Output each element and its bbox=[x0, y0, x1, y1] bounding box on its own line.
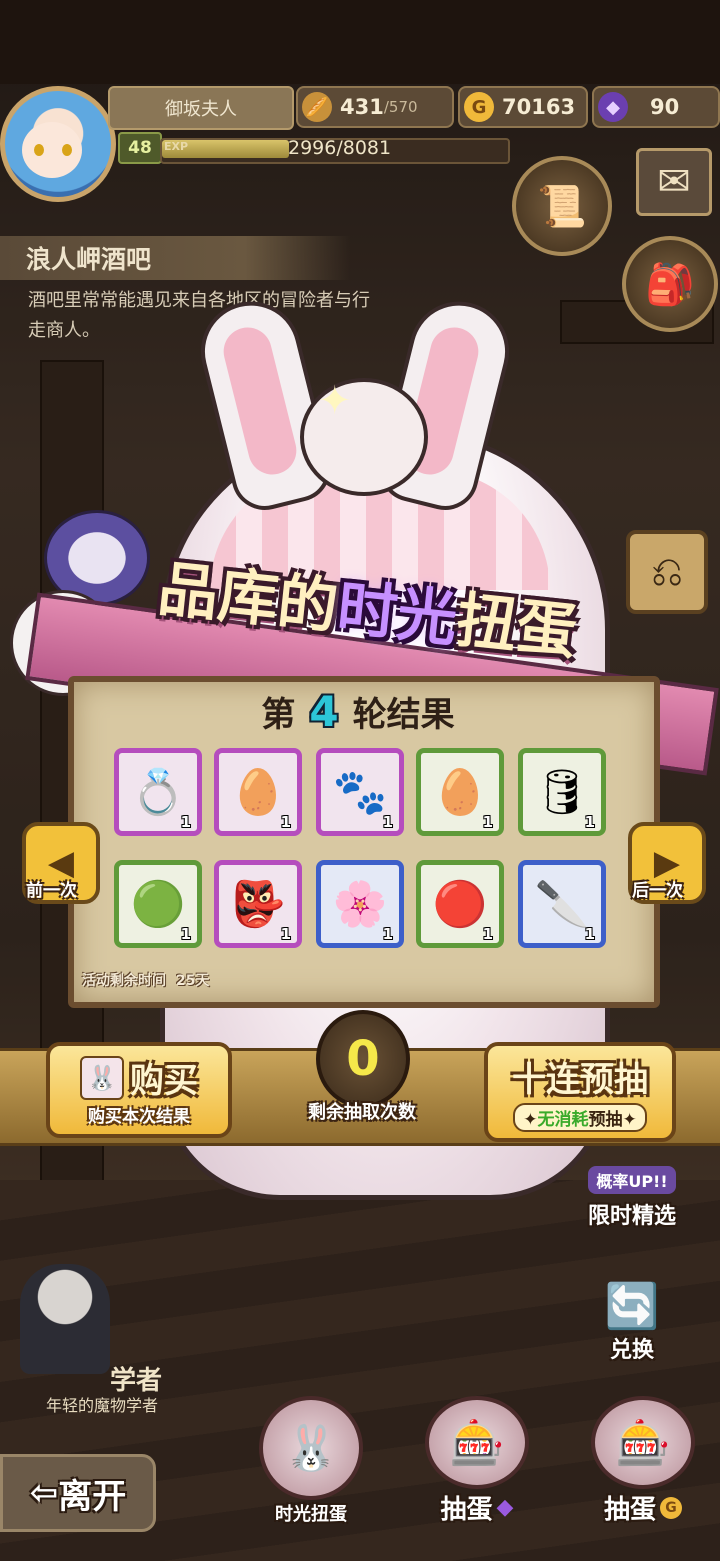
demon-mask-icon: 👺 bbox=[230, 879, 286, 930]
item-quantity: 1 bbox=[482, 813, 493, 831]
cleaver-knife-icon: 🔪 bbox=[534, 879, 590, 930]
result-item-slot[interactable]: 🥚 1 bbox=[214, 748, 302, 836]
player-level: 48 bbox=[118, 132, 162, 164]
exp-value: 2996/8081 bbox=[288, 137, 392, 159]
player-name: 御坂夫人 bbox=[108, 86, 294, 130]
event-title-part1: 品库的 bbox=[154, 553, 342, 643]
item-quantity: 1 bbox=[280, 813, 291, 831]
result-item-slot[interactable]: 🟢 1 bbox=[114, 860, 202, 948]
next-round-label: 后一次 bbox=[632, 881, 683, 901]
probability-up-badge: 概率UP!! bbox=[588, 1166, 676, 1194]
exchange-button[interactable]: 🔄 兑换 bbox=[572, 1252, 692, 1364]
gacha-capsule-icon: 🐰 bbox=[80, 1055, 124, 1100]
return-button[interactable]: ⎌ bbox=[626, 530, 708, 614]
item-quantity: 1 bbox=[180, 925, 191, 943]
fluffy-creature-icon: 🐾 bbox=[332, 767, 388, 818]
gold-counter[interactable]: G 70163 bbox=[458, 86, 588, 128]
leave-label: 离开 bbox=[58, 1476, 127, 1517]
round-suffix: 轮结果 bbox=[352, 694, 455, 735]
green-spotted-egg-icon: 🥚 bbox=[432, 767, 488, 818]
event-title-highlight: 时光 bbox=[333, 572, 461, 655]
gem-gacha-label: 抽蛋 bbox=[440, 1495, 493, 1525]
ten-preview-label: 十连预抽 bbox=[512, 1060, 648, 1100]
exp-label: EXP bbox=[164, 140, 189, 153]
gem-value: 90 bbox=[650, 95, 680, 119]
crystal-ring-icon: 💍 bbox=[130, 767, 186, 818]
arrow-left-icon: ⇦ bbox=[29, 1473, 59, 1513]
bound-tiger-egg-icon: 🥚 bbox=[230, 767, 286, 818]
item-quantity: 1 bbox=[584, 925, 595, 943]
gem-counter[interactable]: ◆ 90 bbox=[592, 86, 720, 128]
time-gacha-tab[interactable]: 🐰 时光扭蛋 bbox=[252, 1396, 370, 1526]
item-quantity: 1 bbox=[280, 925, 291, 943]
gold-gacha-button[interactable]: 🎰 抽蛋 G bbox=[584, 1396, 702, 1526]
item-quantity: 1 bbox=[482, 925, 493, 943]
limited-selection-label: 限时精选 bbox=[587, 1204, 676, 1229]
bunny-capsule-icon: 🐰 bbox=[259, 1396, 363, 1500]
purple-gem-icon: ◆ bbox=[496, 1495, 514, 1520]
result-item-slot[interactable]: 🌸 1 bbox=[316, 860, 404, 948]
stamina-max: /570 bbox=[383, 98, 418, 116]
remaining-draws-counter: 0 bbox=[316, 1010, 410, 1108]
prev-round-label: 前一次 bbox=[26, 881, 77, 901]
stamina-counter[interactable]: 🥖 431 /570 bbox=[296, 86, 454, 128]
limited-selection-button[interactable]: 概率UP!! 限时精选 bbox=[572, 1120, 692, 1230]
gold-coin-icon: G bbox=[464, 92, 494, 122]
red-swirl-egg-icon: 🔴 bbox=[432, 879, 488, 930]
quest-scroll-button[interactable]: 📜 bbox=[512, 156, 612, 256]
green-slime-egg-icon: 🟢 bbox=[130, 879, 186, 930]
backpack-icon: 🎒 bbox=[645, 261, 695, 308]
mail-button[interactable]: ✉ bbox=[636, 148, 712, 216]
exchange-arrows-icon: 🔄 bbox=[604, 1281, 660, 1332]
result-item-slot[interactable]: 🔪 1 bbox=[518, 860, 606, 948]
gacha-machine-icon: 🎰 bbox=[591, 1396, 695, 1489]
purple-gem-icon: ◆ bbox=[598, 92, 628, 122]
avatar-eye-icon bbox=[34, 144, 44, 156]
remaining-draws-label: 剩余抽取次数 bbox=[308, 1102, 416, 1123]
buy-label: 购买 bbox=[130, 1061, 198, 1101]
item-quantity: 1 bbox=[584, 813, 595, 831]
remaining-time-label: 活动剩余时间 bbox=[82, 973, 166, 989]
result-item-slot[interactable]: 🐾 1 bbox=[316, 748, 404, 836]
exchange-label: 兑换 bbox=[609, 1338, 654, 1363]
stamina-value: 431 bbox=[340, 95, 384, 119]
item-quantity: 1 bbox=[382, 813, 393, 831]
backpack-button[interactable]: 🎒 bbox=[622, 236, 718, 332]
event-title-part2: 扭蛋 bbox=[453, 585, 580, 668]
result-item-slot[interactable]: 🛢 1 bbox=[518, 748, 606, 836]
buy-sub-label: 购买本次结果 bbox=[88, 1107, 190, 1127]
gold-value: 70163 bbox=[502, 95, 576, 119]
remaining-time: 活动剩余时间 25天 bbox=[82, 970, 209, 990]
scholar-npc[interactable] bbox=[20, 1264, 110, 1374]
round-heading: 第 4 轮结果 bbox=[68, 680, 648, 742]
location-title: 浪人岬酒吧 bbox=[0, 236, 350, 280]
round-prefix: 第 bbox=[261, 694, 296, 735]
sparkle-icon: ✦ bbox=[318, 378, 352, 424]
result-item-slot[interactable]: 💍 1 bbox=[114, 748, 202, 836]
scroll-icon: 📜 bbox=[537, 183, 587, 230]
gold-gacha-label: 抽蛋 bbox=[603, 1495, 656, 1525]
result-item-slot[interactable]: 🥚 1 bbox=[416, 748, 504, 836]
remaining-time-value: 25天 bbox=[176, 973, 210, 989]
item-quantity: 1 bbox=[180, 813, 191, 831]
return-arrow-icon: ⎌ bbox=[651, 549, 683, 595]
bread-icon: 🥖 bbox=[302, 92, 332, 122]
gacha-machine-icon: 🎰 bbox=[425, 1396, 529, 1489]
wooden-barrel-egg-icon: 🛢 bbox=[534, 767, 590, 818]
avatar-face bbox=[22, 122, 82, 178]
npc-description: 年轻的魔物学者 bbox=[46, 1396, 159, 1415]
result-item-slot[interactable]: 👺 1 bbox=[214, 860, 302, 948]
result-item-slot[interactable]: 🔴 1 bbox=[416, 860, 504, 948]
envelope-icon: ✉ bbox=[657, 159, 691, 205]
buy-button[interactable]: 🐰 购买 购买本次结果 bbox=[46, 1042, 232, 1138]
avatar-eye-icon bbox=[62, 144, 72, 156]
leave-button[interactable]: ⇦ 离开 bbox=[0, 1454, 156, 1532]
location-description: 酒吧里常常能遇见来自各地区的冒险者与行走商人。 bbox=[28, 290, 370, 341]
time-gacha-label: 时光扭蛋 bbox=[275, 1504, 347, 1525]
round-number: 4 bbox=[309, 686, 339, 736]
sakura-egg-icon: 🌸 bbox=[332, 879, 388, 930]
item-quantity: 1 bbox=[382, 925, 393, 943]
gem-gacha-button[interactable]: 🎰 抽蛋 ◆ bbox=[418, 1396, 536, 1526]
gold-coin-icon: G bbox=[660, 1496, 682, 1519]
